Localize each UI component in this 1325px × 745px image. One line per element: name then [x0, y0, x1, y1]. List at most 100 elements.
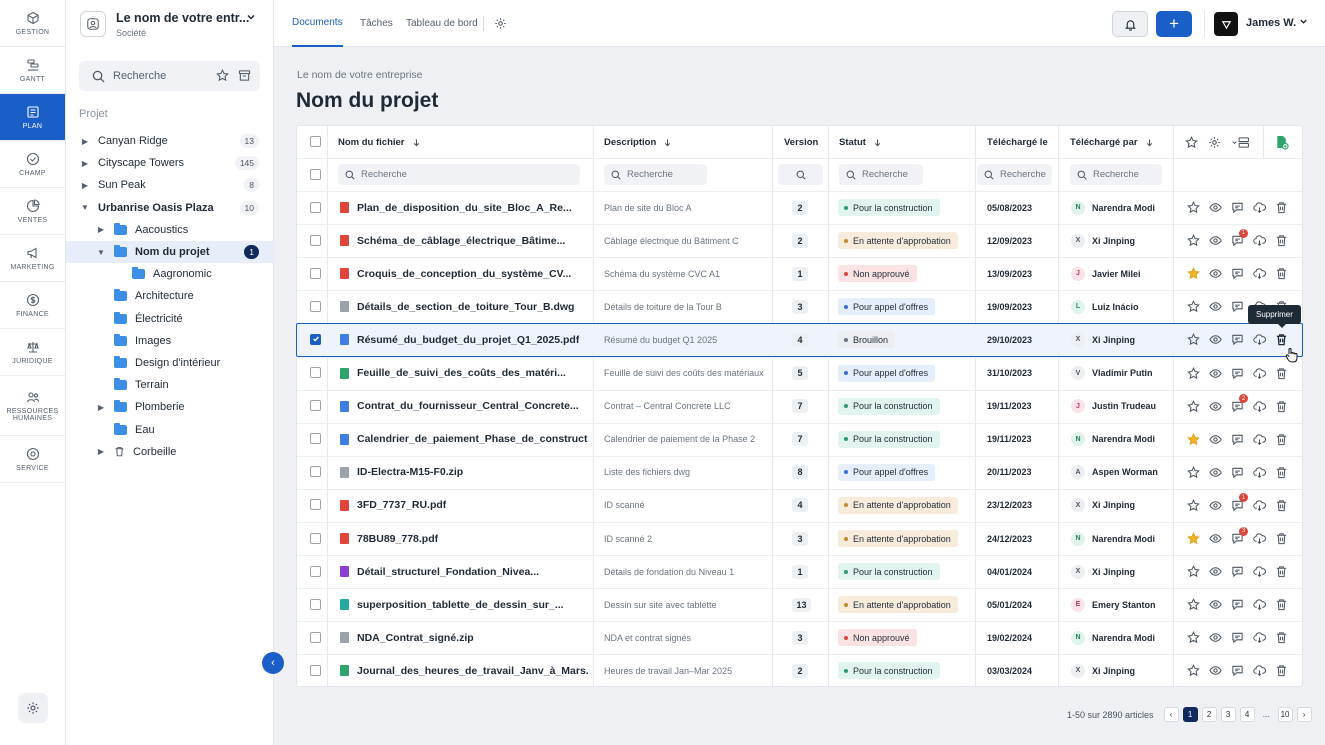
select-all-checkbox[interactable] — [310, 136, 321, 147]
delete-icon[interactable] — [1274, 565, 1288, 579]
file-name-cell[interactable]: Plan_de_disposition_du_site_Bloc_A_Re... — [340, 200, 588, 216]
comment-icon[interactable] — [1230, 333, 1244, 347]
comment-icon[interactable] — [1230, 664, 1244, 678]
notifications-bell-icon[interactable] — [1112, 11, 1148, 37]
tree-item[interactable]: ▶ Aacoustics — [66, 219, 274, 241]
filter-uploaded-on[interactable]: Recherche — [977, 164, 1052, 185]
file-name-cell[interactable]: Détail_structurel_Fondation_Nivea... — [340, 564, 588, 580]
file-name-cell[interactable]: Feuille_de_suivi_des_coûts_des_matéri... — [340, 365, 588, 381]
caret-right-icon[interactable]: ▶ — [80, 159, 90, 168]
star-icon[interactable] — [1186, 267, 1200, 281]
rail-item-gantt[interactable]: GANTT — [0, 47, 65, 94]
eye-icon[interactable] — [1208, 498, 1222, 512]
rail-item-marketing[interactable]: MARKETING — [0, 235, 65, 282]
delete-icon[interactable] — [1274, 201, 1288, 215]
star-icon[interactable] — [1186, 366, 1200, 380]
file-name-cell[interactable]: Contrat_du_fournisseur_Central_Concrete.… — [340, 398, 588, 414]
star-icon[interactable] — [1186, 598, 1200, 612]
breadcrumb[interactable]: Le nom de votre entreprise — [297, 69, 423, 81]
row-checkbox[interactable] — [310, 234, 321, 246]
star-icon[interactable] — [1186, 465, 1200, 479]
download-icon[interactable] — [1252, 532, 1266, 546]
comment-icon[interactable] — [1230, 465, 1244, 479]
rail-item-champ[interactable]: CHAMP — [0, 141, 65, 188]
download-icon[interactable] — [1252, 598, 1266, 612]
download-icon[interactable] — [1252, 333, 1266, 347]
eye-icon[interactable] — [1208, 333, 1222, 347]
prev-page-button[interactable]: ‹ — [1163, 707, 1179, 722]
comment-icon[interactable]: 1 — [1230, 493, 1248, 512]
file-name-cell[interactable]: NDA_Contrat_signé.zip — [340, 630, 588, 646]
archive-icon[interactable] — [238, 69, 251, 82]
star-icon[interactable] — [1186, 234, 1200, 248]
comment-icon[interactable] — [1230, 631, 1244, 645]
header-uploaded-on[interactable]: Téléchargé le — [987, 126, 1048, 158]
comment-icon[interactable] — [1230, 432, 1244, 446]
sidebar-search[interactable]: Recherche — [79, 61, 260, 91]
sort-arrow-icon[interactable] — [1145, 138, 1154, 147]
row-checkbox[interactable] — [310, 499, 321, 511]
tree-item[interactable]: Terrain — [66, 374, 274, 396]
star-icon[interactable] — [1186, 498, 1200, 512]
caret-down-icon[interactable]: ▼ — [80, 203, 90, 212]
caret-right-icon[interactable]: ▶ — [96, 447, 106, 456]
delete-icon[interactable] — [1274, 333, 1288, 347]
delete-icon[interactable] — [1274, 399, 1288, 413]
download-icon[interactable] — [1252, 465, 1266, 479]
rail-item-ressources-humaines[interactable]: RESSOURCES HUMAINES — [0, 376, 65, 436]
caret-right-icon[interactable]: ▶ — [96, 403, 106, 412]
rail-item-ventes[interactable]: VENTES — [0, 188, 65, 235]
delete-icon[interactable] — [1274, 267, 1288, 281]
eye-icon[interactable] — [1208, 300, 1222, 314]
caret-right-icon[interactable]: ▶ — [80, 137, 90, 146]
download-icon[interactable] — [1252, 366, 1266, 380]
tab-dashboard[interactable]: Tableau de bord — [406, 0, 478, 47]
download-icon[interactable] — [1252, 234, 1266, 248]
column-layout-icon[interactable] — [1231, 136, 1251, 149]
header-uploaded-by[interactable]: Téléchargé par — [1070, 126, 1154, 158]
eye-icon[interactable] — [1208, 532, 1222, 546]
settings-gear-icon[interactable] — [18, 693, 48, 723]
eye-icon[interactable] — [1208, 631, 1222, 645]
file-name-cell[interactable]: Calendrier_de_paiement_Phase_de_construc… — [340, 431, 588, 447]
row-checkbox[interactable] — [310, 300, 321, 312]
page-2-button[interactable]: 2 — [1201, 707, 1217, 722]
eye-icon[interactable] — [1208, 598, 1222, 612]
filter-status[interactable]: Recherche — [839, 164, 923, 185]
tree-item[interactable]: ▶ Corbeille — [66, 441, 274, 463]
header-status[interactable]: Statut — [839, 126, 882, 158]
rail-item-plan[interactable]: PLAN — [0, 94, 65, 141]
delete-icon[interactable] — [1274, 532, 1288, 546]
page-1-button[interactable]: 1 — [1182, 707, 1198, 722]
tree-item[interactable]: Aagronomic — [66, 263, 274, 285]
page-4-button[interactable]: 4 — [1239, 707, 1255, 722]
star-icon[interactable] — [1186, 532, 1200, 546]
row-checkbox[interactable] — [310, 532, 321, 544]
filter-file-name[interactable]: Recherche — [338, 164, 580, 185]
eye-icon[interactable] — [1208, 267, 1222, 281]
download-icon[interactable] — [1252, 664, 1266, 678]
filter-description[interactable]: Recherche — [604, 164, 707, 185]
row-checkbox[interactable] — [310, 333, 321, 345]
filter-version[interactable] — [778, 164, 823, 185]
tree-item[interactable]: ▼ Urbanrise Oasis Plaza 10 — [66, 197, 274, 219]
delete-icon[interactable] — [1274, 631, 1288, 645]
company-switcher[interactable]: Le nom de votre entr... Société — [66, 0, 273, 48]
comment-icon[interactable] — [1230, 598, 1244, 612]
star-icon[interactable] — [1186, 333, 1200, 347]
tree-item[interactable]: ▶ Sun Peak 8 — [66, 174, 274, 196]
eye-icon[interactable] — [1208, 565, 1222, 579]
tree-item[interactable]: ▶ Plomberie — [66, 396, 274, 418]
comment-icon[interactable] — [1230, 300, 1244, 314]
user-menu[interactable]: James W. — [1246, 17, 1308, 29]
page-3-button[interactable]: 3 — [1220, 707, 1236, 722]
download-icon[interactable] — [1252, 432, 1266, 446]
sort-arrow-icon[interactable] — [873, 138, 882, 147]
file-name-cell[interactable]: Détails_de_section_de_toiture_Tour_B.dwg — [340, 299, 588, 315]
tree-item[interactable]: ▼ Nom du projet 1 — [66, 240, 274, 264]
sort-arrow-icon[interactable] — [412, 138, 421, 147]
comment-icon[interactable] — [1230, 366, 1244, 380]
page-10-button[interactable]: 10 — [1277, 707, 1293, 722]
row-checkbox[interactable] — [310, 664, 321, 676]
filter-checkbox[interactable] — [310, 169, 321, 180]
